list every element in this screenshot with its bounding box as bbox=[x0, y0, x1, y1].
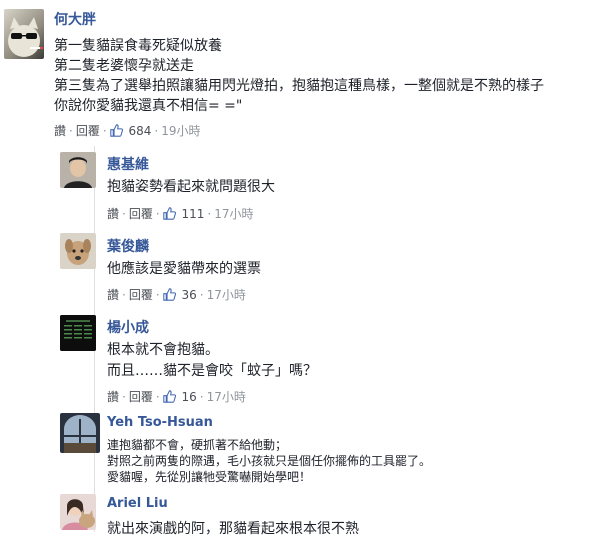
like-button[interactable]: 讚 bbox=[54, 122, 66, 139]
separator-dot: · bbox=[199, 389, 204, 404]
reply-button[interactable]: 回覆 bbox=[76, 122, 100, 139]
timestamp[interactable]: 19小時 bbox=[161, 122, 200, 139]
thumbs-up-icon bbox=[109, 123, 123, 137]
comment-actions: 讚 · 回覆 · 111 · 17小時 bbox=[107, 205, 254, 222]
comment-actions: 讚 · 回覆 · 36 · 17小時 bbox=[107, 286, 246, 303]
avatar[interactable] bbox=[4, 9, 44, 59]
like-button[interactable]: 讚 bbox=[107, 286, 119, 303]
timestamp[interactable]: 17小時 bbox=[207, 388, 246, 405]
comment-line: 第一隻貓誤食毒死疑似放養 bbox=[54, 38, 222, 54]
avatar[interactable] bbox=[60, 233, 96, 269]
like-count[interactable]: 36 bbox=[162, 287, 197, 302]
commenter-name[interactable]: 惠基維 bbox=[107, 154, 149, 174]
separator-dot: · bbox=[122, 287, 126, 302]
separator-dot: · bbox=[102, 123, 107, 138]
separator-dot: · bbox=[69, 123, 73, 138]
commenter-name[interactable]: 葉俊麟 bbox=[107, 236, 149, 256]
comment-line: 連抱貓都不會，硬抓著不給他動； bbox=[107, 438, 288, 452]
separator-dot: · bbox=[155, 389, 160, 404]
comment-line: 第三隻為了選舉拍照讓貓用閃光燈拍，抱貓抱這種鳥樣，一整個就是不熟的樣子 bbox=[54, 78, 544, 94]
comment-line: 他應該是愛貓帶來的選票 bbox=[107, 261, 261, 277]
reply-button[interactable]: 回覆 bbox=[129, 388, 153, 405]
reply-button[interactable]: 回覆 bbox=[129, 286, 153, 303]
separator-dot: · bbox=[154, 123, 159, 138]
comment-line: 你說你愛貓我還真不相信= =" bbox=[54, 98, 243, 114]
thumbs-up-icon bbox=[162, 287, 176, 301]
commenter-name[interactable]: 何大胖 bbox=[54, 9, 96, 29]
dog-photo-icon bbox=[60, 233, 96, 269]
reply-button[interactable]: 回覆 bbox=[129, 205, 153, 222]
commenter-name[interactable]: Yeh Tso-Hsuan bbox=[107, 415, 213, 430]
comment-line: 根本就不會抱貓。 bbox=[107, 342, 219, 358]
commenter-name[interactable]: 楊小成 bbox=[107, 317, 149, 337]
comment-line: 抱貓姿勢看起來就問題很大 bbox=[107, 179, 275, 195]
person-with-cat-icon bbox=[60, 494, 96, 530]
cat-with-sunglasses-icon bbox=[8, 17, 43, 57]
like-count[interactable]: 111 bbox=[162, 206, 204, 221]
comment-actions: 讚 · 回覆 · 16 · 17小時 bbox=[107, 388, 246, 405]
comment-line: 第二隻老婆懷孕就送走 bbox=[54, 58, 194, 74]
thumbs-up-icon bbox=[162, 206, 176, 220]
like-count[interactable]: 16 bbox=[162, 389, 197, 404]
thumbs-up-icon bbox=[162, 389, 176, 403]
timestamp[interactable]: 17小時 bbox=[207, 286, 246, 303]
commenter-name[interactable]: Ariel Liu bbox=[107, 496, 168, 511]
comment-actions: 讚 · 回覆 · 684 · 19小時 bbox=[54, 122, 201, 139]
comment-line: 愛貓喔，先從別讓牠受驚嚇開始學吧！ bbox=[107, 470, 312, 484]
separator-dot: · bbox=[155, 287, 160, 302]
window-scene-icon bbox=[60, 413, 100, 453]
like-button[interactable]: 讚 bbox=[107, 205, 119, 222]
avatar[interactable] bbox=[60, 494, 96, 530]
separator-dot: · bbox=[122, 389, 126, 404]
person-photo-icon bbox=[60, 152, 96, 188]
timestamp[interactable]: 17小時 bbox=[214, 205, 253, 222]
separator-dot: · bbox=[122, 206, 126, 221]
like-count[interactable]: 684 bbox=[109, 123, 151, 138]
comment-line: 而且……貓不是會咬「蚊子」嗎？ bbox=[107, 363, 317, 379]
avatar[interactable] bbox=[60, 315, 96, 351]
terminal-screen-icon bbox=[60, 315, 96, 351]
separator-dot: · bbox=[199, 287, 204, 302]
avatar[interactable] bbox=[60, 152, 96, 188]
comment-line: 就出來演戲的阿，那貓看起來根本很不熟 bbox=[107, 521, 359, 537]
separator-dot: · bbox=[155, 206, 160, 221]
separator-dot: · bbox=[207, 206, 212, 221]
avatar[interactable] bbox=[60, 413, 100, 453]
like-button[interactable]: 讚 bbox=[107, 388, 119, 405]
comment-line: 對照之前两隻的際遇，毛小孩就只是個任你擺佈的工具罷了。 bbox=[107, 454, 432, 468]
